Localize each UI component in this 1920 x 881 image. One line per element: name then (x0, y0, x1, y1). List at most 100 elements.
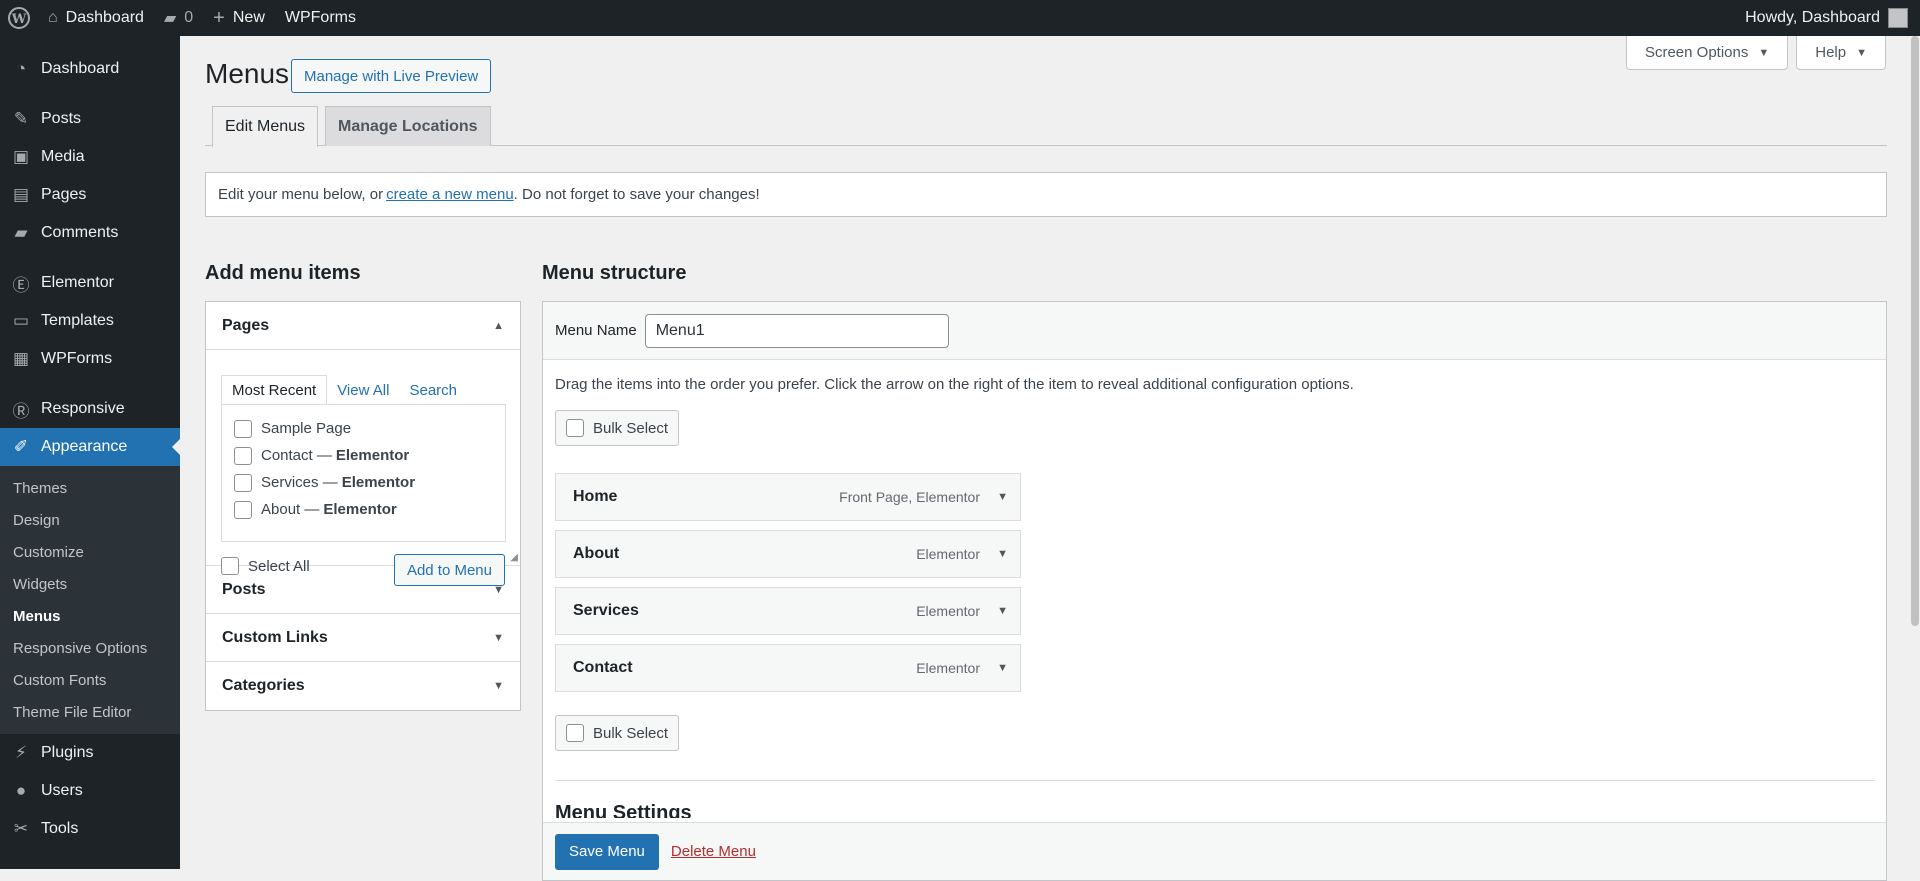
list-item[interactable]: Services — Elementor (234, 469, 493, 496)
menu-item-services[interactable]: Services Elementor ▼ (555, 587, 1021, 635)
caret-down-icon: ▼ (1856, 46, 1867, 59)
caret-down-icon[interactable]: ▼ (997, 548, 1008, 560)
admin-sidebar: ◔ Dashboard ✎ Posts ▣ Media ▤ Pages ▰ Comment… (0, 36, 180, 869)
sidebar-item-media[interactable]: ▣ Media (0, 138, 180, 176)
sidebar-item-wpforms[interactable]: ▦ WPForms (0, 340, 180, 378)
bulk-select-checkbox[interactable] (566, 419, 584, 437)
sidebar-item-appearance[interactable]: ✐ Appearance (0, 428, 180, 466)
comments-icon: ▰ (14, 223, 28, 242)
tab-manage-locations[interactable]: Manage Locations (325, 106, 491, 146)
save-menu-button[interactable]: Save Menu (555, 833, 659, 870)
sidebar-item-posts[interactable]: ✎ Posts (0, 100, 180, 138)
menu-item-type: Front Page, Elementor (839, 489, 980, 505)
site-name-link[interactable]: ⌂ Dashboard (38, 0, 154, 36)
submenu-item-custom-fonts[interactable]: Custom Fonts (0, 664, 180, 696)
page-name: Contact — (261, 447, 332, 464)
page-checkbox[interactable] (234, 419, 252, 438)
submenu-item-themes[interactable]: Themes (0, 472, 180, 504)
tab-search[interactable]: Search (399, 375, 467, 405)
forms-icon: ▦ (12, 349, 30, 368)
sidebar-item-plugins[interactable]: ⚡ Plugins (0, 734, 180, 772)
submenu-item-widgets[interactable]: Widgets (0, 568, 180, 600)
wordpress-logo-icon[interactable]: W (0, 0, 38, 36)
menu-item-title: Contact (573, 659, 633, 676)
manage-live-preview-button[interactable]: Manage with Live Preview (291, 59, 492, 93)
sidebar-item-label: Comments (41, 224, 119, 241)
page-state: Elementor (335, 447, 410, 464)
caret-down-icon[interactable]: ▼ (997, 491, 1008, 503)
posts-section-toggle[interactable]: Posts ▼ (206, 566, 520, 614)
elementor-icon: Ⓔ (12, 275, 30, 295)
menu-item-title: Services (573, 602, 639, 619)
screen-options-label: Screen Options (1644, 44, 1749, 61)
sidebar-item-users[interactable]: ● Users (0, 772, 180, 810)
my-account[interactable]: Howdy, Dashboard (1745, 8, 1920, 28)
sidebar-item-label: Elementor (41, 274, 114, 291)
list-item[interactable]: About — Elementor (234, 496, 493, 523)
submenu-item-design[interactable]: Design (0, 504, 180, 536)
submenu-item-responsive-options[interactable]: Responsive Options (0, 632, 180, 664)
sidebar-item-responsive[interactable]: Ⓡ Responsive (0, 390, 180, 428)
page-scrollbar[interactable] (1910, 36, 1920, 869)
screen-meta-links: Screen Options ▼ Help ▼ (1625, 36, 1886, 70)
divider (555, 780, 1875, 781)
bulk-select-top[interactable]: Bulk Select (555, 410, 680, 446)
caret-down-icon[interactable]: ▼ (997, 605, 1008, 617)
menu-item-home[interactable]: Home Front Page, Elementor ▼ (555, 473, 1021, 521)
screen-options-button[interactable]: Screen Options ▼ (1625, 36, 1789, 70)
list-item[interactable]: Contact — Elementor (234, 442, 493, 469)
avatar (1888, 8, 1908, 28)
caret-down-icon: ▼ (493, 583, 504, 596)
menu-item-contact[interactable]: Contact Elementor ▼ (555, 644, 1021, 692)
caret-down-icon: ▼ (493, 631, 504, 644)
sidebar-item-templates[interactable]: ▭ Templates (0, 302, 180, 340)
sidebar-item-elementor[interactable]: Ⓔ Elementor (0, 264, 180, 302)
menu-name-label: Menu Name (555, 322, 637, 339)
bulk-select-label: Bulk Select (593, 419, 669, 437)
resize-handle-icon[interactable]: ◢ (510, 552, 518, 563)
new-content-link[interactable]: + New (203, 0, 275, 36)
page-checkbox[interactable] (234, 500, 252, 519)
bulk-select-bottom[interactable]: Bulk Select (555, 715, 680, 751)
add-menu-items-title: Add menu items (205, 262, 361, 284)
sidebar-item-label: Users (41, 782, 83, 799)
page-checkbox[interactable] (234, 446, 252, 465)
manage-menus-notice: Edit your menu below, or create a new me… (205, 172, 1887, 217)
categories-section-toggle[interactable]: Categories ▼ (206, 662, 520, 710)
delete-menu-link[interactable]: Delete Menu (671, 843, 756, 860)
submenu-item-customize[interactable]: Customize (0, 536, 180, 568)
tab-view-all[interactable]: View All (327, 375, 399, 405)
menu-settings-title: Menu Settings (555, 802, 692, 818)
wpforms-link[interactable]: WPForms (275, 0, 366, 36)
pages-section-toggle[interactable]: Pages ▲ (206, 302, 520, 350)
sidebar-item-dashboard[interactable]: ◔ Dashboard (0, 50, 180, 88)
help-button[interactable]: Help ▼ (1796, 36, 1886, 70)
menu-name-input[interactable]: Menu1 (644, 313, 949, 348)
page-name: About — (261, 501, 320, 518)
menu-item-type: Elementor (916, 660, 980, 676)
bulk-select-checkbox[interactable] (566, 724, 584, 742)
comments-link[interactable]: ▰ 0 (154, 0, 203, 36)
menu-item-about[interactable]: About Elementor ▼ (555, 530, 1021, 578)
folder-icon: ▭ (12, 311, 30, 330)
page-title: Menus (205, 58, 290, 89)
caret-down-icon[interactable]: ▼ (997, 662, 1008, 674)
sidebar-item-comments[interactable]: ▰ Comments (0, 214, 180, 252)
create-new-menu-link[interactable]: create a new menu (386, 186, 514, 203)
scrollbar-thumb[interactable] (1911, 36, 1919, 626)
responsive-icon: Ⓡ (12, 401, 30, 421)
list-item[interactable]: Sample Page (234, 415, 493, 442)
sidebar-item-tools[interactable]: ✂ Tools (0, 810, 180, 848)
custom-links-section-toggle[interactable]: Custom Links ▼ (206, 614, 520, 662)
home-icon: ⌂ (48, 9, 58, 26)
submenu-item-theme-file-editor[interactable]: Theme File Editor (0, 696, 180, 728)
wpforms-label: WPForms (284, 9, 356, 26)
tab-edit-menus[interactable]: Edit Menus (212, 106, 319, 147)
notice-text: Edit your menu below, or (218, 186, 384, 203)
submenu-item-menus[interactable]: Menus (0, 600, 180, 632)
sidebar-item-pages[interactable]: ▤ Pages (0, 176, 180, 214)
page-checkbox[interactable] (234, 473, 252, 492)
tab-most-recent[interactable]: Most Recent (221, 375, 328, 405)
menu-actions-bar: Save Menu Delete Menu (543, 822, 1886, 880)
menu-name-header: Menu Name Menu1 (543, 302, 1886, 360)
